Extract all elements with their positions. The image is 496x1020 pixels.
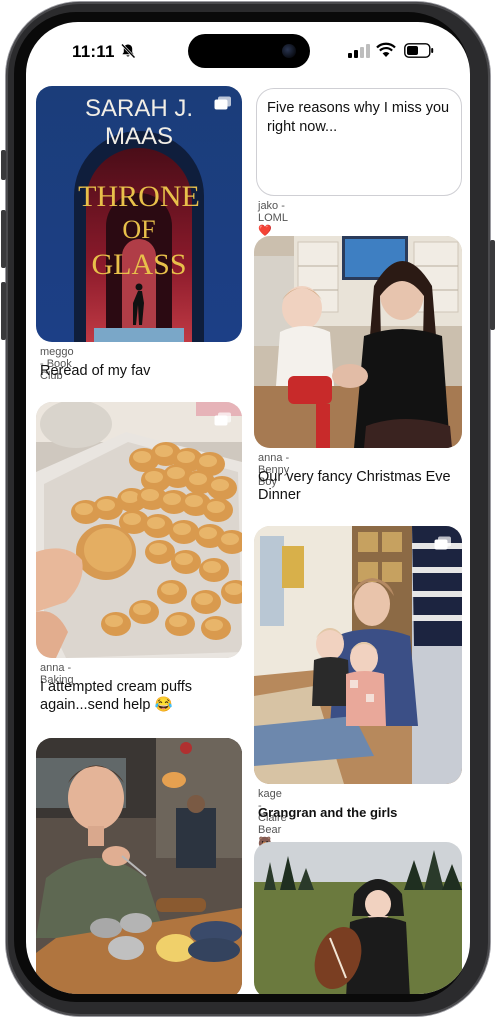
grangran-photo[interactable] <box>254 526 462 784</box>
book-author-line1: SARAH J. <box>85 95 193 122</box>
book-author-line2: MAAS <box>105 123 173 150</box>
post-caption: I attempted cream puffs again...send hel… <box>40 679 193 713</box>
dynamic-island <box>188 34 310 68</box>
status-time: 11:11 <box>72 42 115 61</box>
cream-puff-highlight <box>169 615 187 627</box>
football-photo[interactable] <box>254 842 462 994</box>
cream-puff-highlight <box>207 501 225 513</box>
multiple-photos-icon <box>214 412 231 426</box>
bell-slash-icon <box>121 43 136 59</box>
baking-photo[interactable] <box>36 402 242 658</box>
text-post-body[interactable]: Five reasons why I miss you right now... <box>256 88 462 196</box>
cream-puff-highlight <box>185 495 203 507</box>
power-button <box>490 240 495 330</box>
wifi-icon <box>376 42 396 57</box>
multiple-photos-icon <box>434 536 451 550</box>
volume-up-button <box>1 210 6 268</box>
cream-puff-highlight <box>199 455 217 467</box>
camera-icon <box>282 44 296 58</box>
cream-puff-highlight <box>75 503 93 515</box>
cream-puff-highlight <box>147 517 165 529</box>
cream-puff-highlight <box>155 445 173 457</box>
cream-puff-highlight <box>175 553 193 565</box>
cream-puff-highlight <box>161 583 179 595</box>
cream-puff-highlight <box>221 533 239 545</box>
book-cover-image[interactable]: SARAH J. MAAS THRONE OF GLASS <box>36 86 242 342</box>
cream-puff-highlight <box>123 513 141 525</box>
cream-puff-highlight <box>133 451 151 463</box>
cream-puff-highlight <box>205 619 223 631</box>
action-button <box>1 150 6 180</box>
book-title-line1: THRONE <box>78 180 200 213</box>
cream-puff-highlight <box>177 451 195 463</box>
cream-puff-highlight <box>195 593 213 605</box>
cream-puff-highlight <box>141 489 159 501</box>
book-title-line2: OF <box>122 215 155 244</box>
cellular-signal-icon <box>348 44 370 58</box>
dinner-photo[interactable] <box>36 738 242 994</box>
cream-puff-highlight <box>163 493 181 505</box>
battery-icon <box>404 43 434 58</box>
cream-puff-highlight <box>167 467 185 479</box>
cream-puff-highlight <box>145 471 163 483</box>
cream-puff-highlight <box>189 473 207 485</box>
cream-puff-highlight <box>199 527 217 539</box>
post-caption: Grangran and the girls <box>258 805 398 820</box>
cream-puff-highlight <box>149 543 167 555</box>
cream-puff-highlight <box>133 603 151 615</box>
volume-down-button <box>1 282 6 340</box>
screen: 11:11 SARAH J. MAAS THRONE OF GLASS megg… <box>26 22 470 994</box>
post-author: jako - LOML ❤️ <box>258 200 288 237</box>
book-title-line3: GLASS <box>91 248 186 281</box>
cream-puff-highlight <box>203 561 221 573</box>
post-caption: Our very fancy Christmas Eve Dinner <box>258 469 451 503</box>
cream-puff-highlight <box>121 491 139 503</box>
cream-puff-highlight <box>173 523 191 535</box>
post-caption: Reread of my fav <box>40 363 151 379</box>
christmas-photo[interactable] <box>254 236 462 448</box>
cream-puff-highlight <box>97 499 115 511</box>
cream-puff-highlight <box>211 479 229 491</box>
multiple-photos-icon <box>214 96 231 110</box>
cream-puff-highlight <box>105 615 123 627</box>
